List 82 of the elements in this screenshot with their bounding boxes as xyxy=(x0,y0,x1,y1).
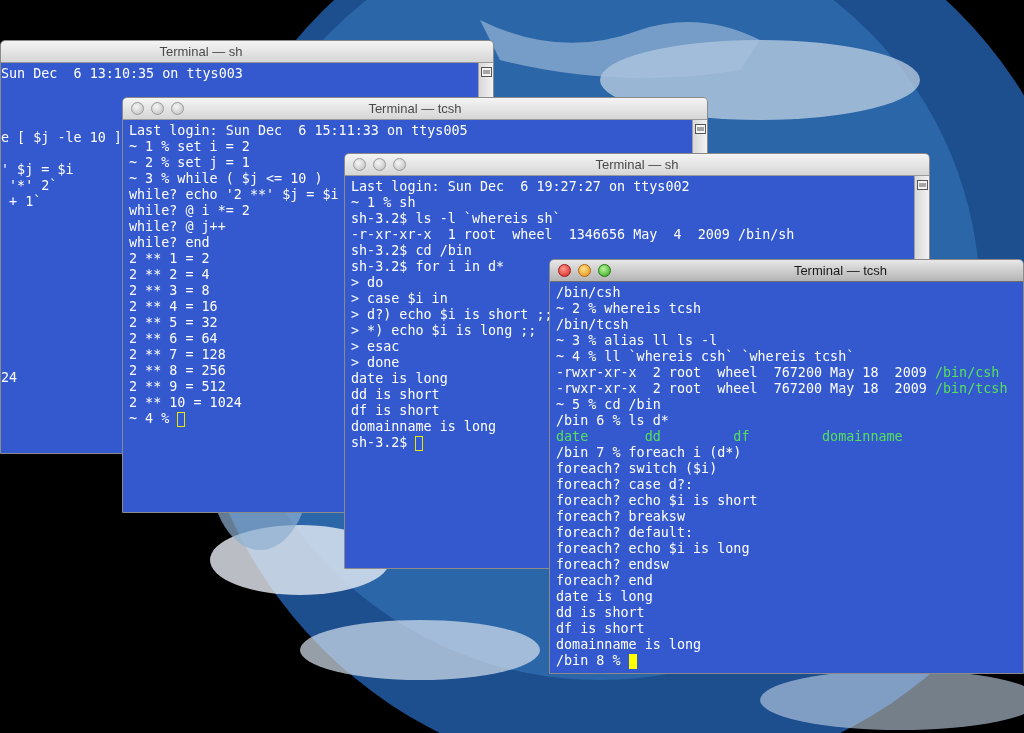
terminal-line: dd is short xyxy=(556,605,645,621)
terminal-line: foreach? switch ($i) xyxy=(556,461,718,477)
terminal-line: sh-3.2$ cd /bin xyxy=(351,243,472,259)
terminal-line: '*' 2` xyxy=(8,178,58,194)
terminal-line: df is short xyxy=(351,403,440,419)
terminal-line: df is short xyxy=(556,621,645,637)
terminal-line: -rwxr-xr-x 2 root wheel 767200 May 18 2009 /bin/csh xyxy=(556,365,1000,381)
terminal-line: 2 ** 2 = 4 xyxy=(129,267,210,283)
terminal-line: date is long xyxy=(351,371,448,387)
terminal-line: ~ 2 % set j = 1 xyxy=(129,155,250,171)
terminal-line: ~ 3 % while ( $j <= 10 ) xyxy=(129,171,323,187)
terminal-line: 2 ** 4 = 16 xyxy=(129,299,218,315)
terminal-line: foreach? default: xyxy=(556,525,694,541)
close-button[interactable] xyxy=(131,102,144,115)
terminal-line: dd is short xyxy=(351,387,440,403)
terminal-line: e [ $j -le 10 ] xyxy=(1,130,122,146)
terminal-line: foreach? end xyxy=(556,573,653,589)
terminal-line: foreach? echo $i is short xyxy=(556,493,758,509)
terminal-line: > case $i in xyxy=(351,291,448,307)
terminal-line: ~ 5 % cd /bin xyxy=(556,397,661,413)
terminal-line: Sun Dec 6 13:10:35 on ttys003 xyxy=(1,66,243,82)
window-title: Terminal — tcsh xyxy=(793,261,888,280)
terminal-line: 2 ** 6 = 64 xyxy=(129,331,218,347)
terminal-line: > do xyxy=(351,275,384,291)
terminal-line: 2 ** 5 = 32 xyxy=(129,315,218,331)
minimize-button[interactable] xyxy=(151,102,164,115)
terminal-line: ~ 4 % ll `whereis csh` `whereis tcsh` xyxy=(556,349,855,365)
terminal-line: 2 ** 7 = 128 xyxy=(129,347,226,363)
close-button[interactable] xyxy=(558,264,571,277)
terminal-line: sh-3.2$ xyxy=(351,435,408,451)
terminal-line: while? @ i *= 2 xyxy=(129,203,250,219)
minimize-button[interactable] xyxy=(578,264,591,277)
split-pane-icon[interactable] xyxy=(916,180,928,190)
terminal-line: -rwxr-xr-x 2 root wheel 767200 May 18 2009 /bin/tcsh xyxy=(556,381,1008,397)
terminal-line: foreach? case d?: xyxy=(556,477,694,493)
close-button[interactable] xyxy=(353,158,366,171)
terminal-line: date is long xyxy=(556,589,653,605)
terminal-line: ~ 1 % set i = 2 xyxy=(129,139,250,155)
terminal-line: sh-3.2$ for i in d* xyxy=(351,259,505,275)
zoom-button[interactable] xyxy=(598,264,611,277)
terminal-line: ~ 4 % xyxy=(129,411,170,427)
terminal-line: foreach? endsw xyxy=(556,557,669,573)
terminal-line: 2 ** 9 = 512 xyxy=(129,379,226,395)
zoom-button[interactable] xyxy=(393,158,406,171)
terminal-line: 24 xyxy=(1,370,18,386)
terminal-line: /bin/csh xyxy=(556,285,621,301)
minimize-button[interactable] xyxy=(373,158,386,171)
split-pane-icon[interactable] xyxy=(480,67,492,77)
window-title: Terminal — sh xyxy=(595,155,679,174)
terminal-line: 2 ** 10 = 1024 xyxy=(129,395,242,411)
terminal-line: /bin/tcsh xyxy=(556,317,629,333)
terminal-line: ~ 3 % alias ll ls -l xyxy=(556,333,718,349)
terminal-line: domainname is long xyxy=(556,637,702,653)
terminal-line: foreach? echo $i is long xyxy=(556,541,750,557)
terminal-line: Last login: Sun Dec 6 15:11:33 on ttys005 xyxy=(129,123,468,139)
terminal-line: while? echo '2 **' $j = $i xyxy=(129,187,339,203)
terminal-line: -r-xr-xr-x 1 root wheel 1346656 May 4 2009 /bin/sh xyxy=(351,227,795,243)
terminal-line: while? @ j++ xyxy=(129,219,226,235)
terminal-line: sh-3.2$ ls -l `whereis sh` xyxy=(351,211,561,227)
terminal-line: Last login: Sun Dec 6 19:27:27 on ttys002 xyxy=(351,179,690,195)
terminal-line: + 1` xyxy=(8,194,42,210)
terminal-line: ~ 2 % whereis tcsh xyxy=(556,301,702,317)
terminal-line: while? end xyxy=(129,235,210,251)
terminal-line: 2 ** 1 = 2 xyxy=(129,251,210,267)
terminal-line: domainname is long xyxy=(351,419,497,435)
terminal-line: > done xyxy=(351,355,400,371)
terminal-line: /bin 6 % ls d* xyxy=(556,413,669,429)
terminal-line: ~ 1 % sh xyxy=(351,195,416,211)
terminal-line: > esac xyxy=(351,339,400,355)
terminal-line: > d?) echo $i is short ;; xyxy=(351,307,553,323)
terminal-line: /bin 7 % foreach i (d*) xyxy=(556,445,742,461)
split-pane-icon[interactable] xyxy=(694,124,706,134)
terminal-line: ' $j = $i xyxy=(1,162,74,178)
terminal-line: date dd df domainname xyxy=(556,429,903,445)
terminal-line: 2 ** 8 = 256 xyxy=(129,363,226,379)
terminal-line: 2 ** 3 = 8 xyxy=(129,283,210,299)
window-title: Terminal — tcsh xyxy=(368,99,462,118)
terminal-line: > *) echo $i is long ;; xyxy=(351,323,537,339)
terminal-line: /bin 8 % xyxy=(556,653,621,669)
terminal-line: foreach? breaksw xyxy=(556,509,685,525)
window-title: Terminal — sh xyxy=(159,42,243,61)
zoom-button[interactable] xyxy=(171,102,184,115)
